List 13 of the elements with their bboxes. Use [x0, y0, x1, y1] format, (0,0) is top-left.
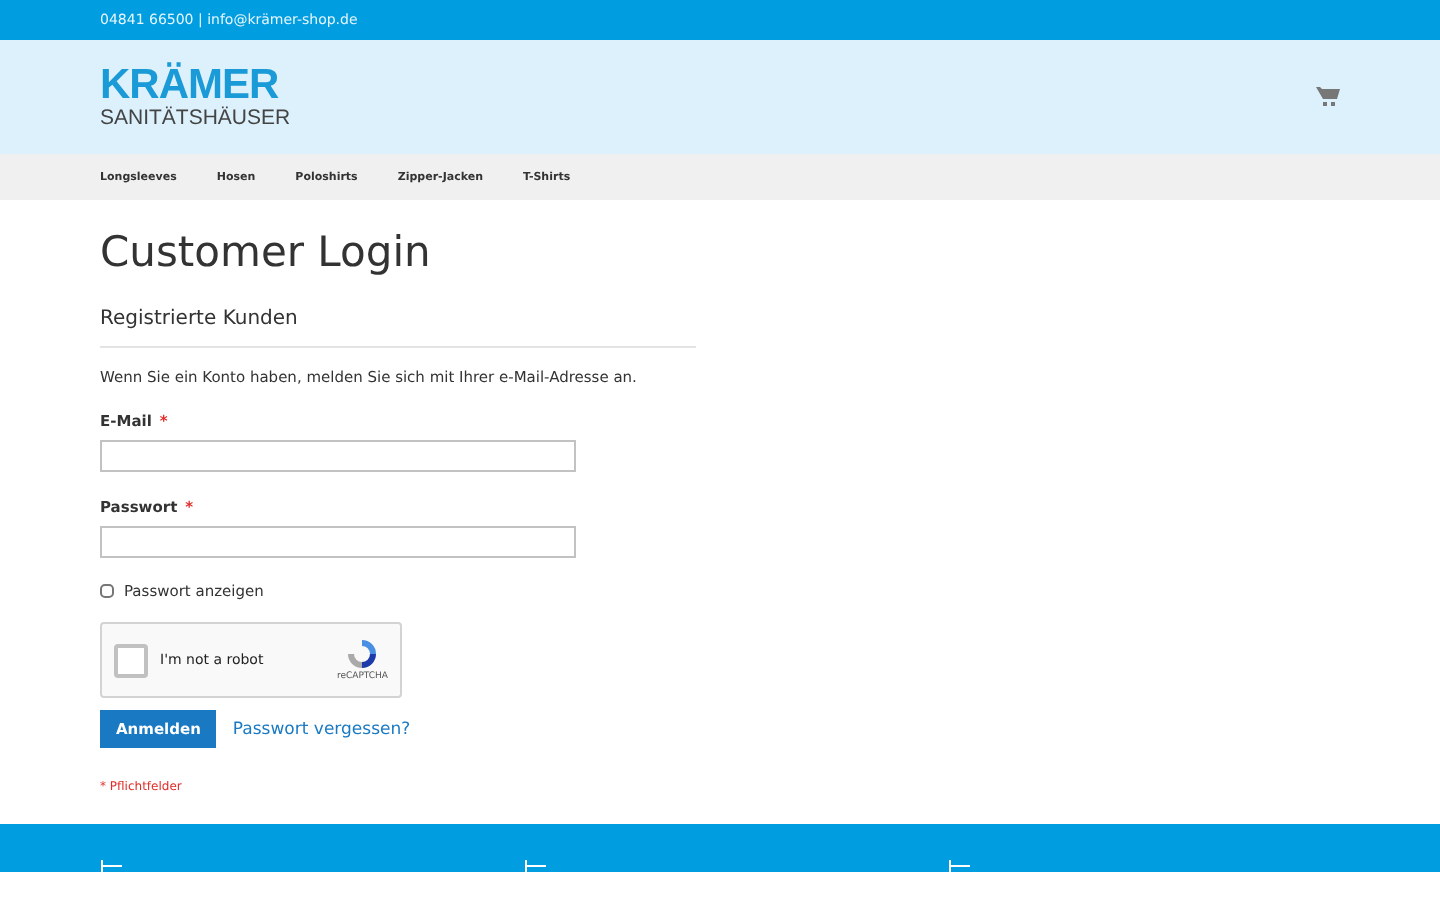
show-password-checkbox[interactable]: [100, 584, 114, 598]
page-title: Customer Login: [100, 228, 433, 276]
input-field[interactable]: [100, 440, 576, 472]
recaptcha-icon: [346, 638, 379, 670]
footer-icon: [524, 860, 548, 872]
section-heading: Registrierte Kunden: [100, 308, 696, 348]
logo-subtitle: SANITÄTSHÄUSER: [100, 105, 291, 129]
footer-icon: [948, 860, 972, 872]
input-field[interactable]: [100, 526, 576, 558]
cart-icon[interactable]: [1316, 86, 1340, 108]
captcha-checkbox[interactable]: [114, 643, 148, 677]
footer-icon: [100, 860, 124, 872]
forgot-password-link[interactable]: Passwort vergessen?: [232, 719, 411, 739]
